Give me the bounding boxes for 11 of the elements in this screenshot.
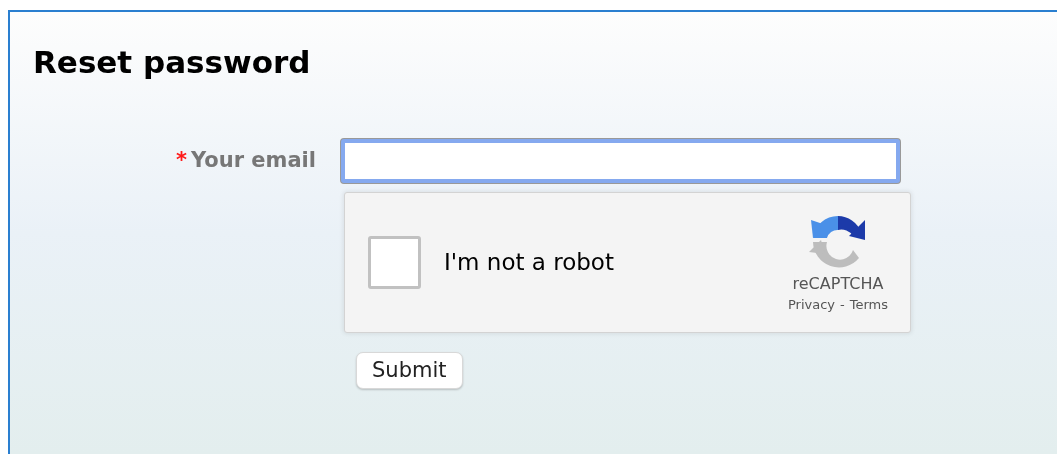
captcha-label: I'm not a robot — [444, 248, 614, 278]
email-field[interactable] — [340, 138, 901, 184]
terms-link[interactable]: Terms — [849, 295, 888, 314]
captcha-checkbox[interactable] — [368, 236, 421, 289]
required-mark: * — [176, 147, 187, 175]
submit-button[interactable]: Submit — [356, 352, 463, 389]
page-title: Reset password — [33, 44, 311, 80]
recaptcha-brand: reCAPTCHA — [792, 273, 884, 294]
link-separator: - — [840, 295, 845, 314]
privacy-link[interactable]: Privacy — [787, 295, 835, 314]
email-label: Your email — [191, 147, 316, 175]
